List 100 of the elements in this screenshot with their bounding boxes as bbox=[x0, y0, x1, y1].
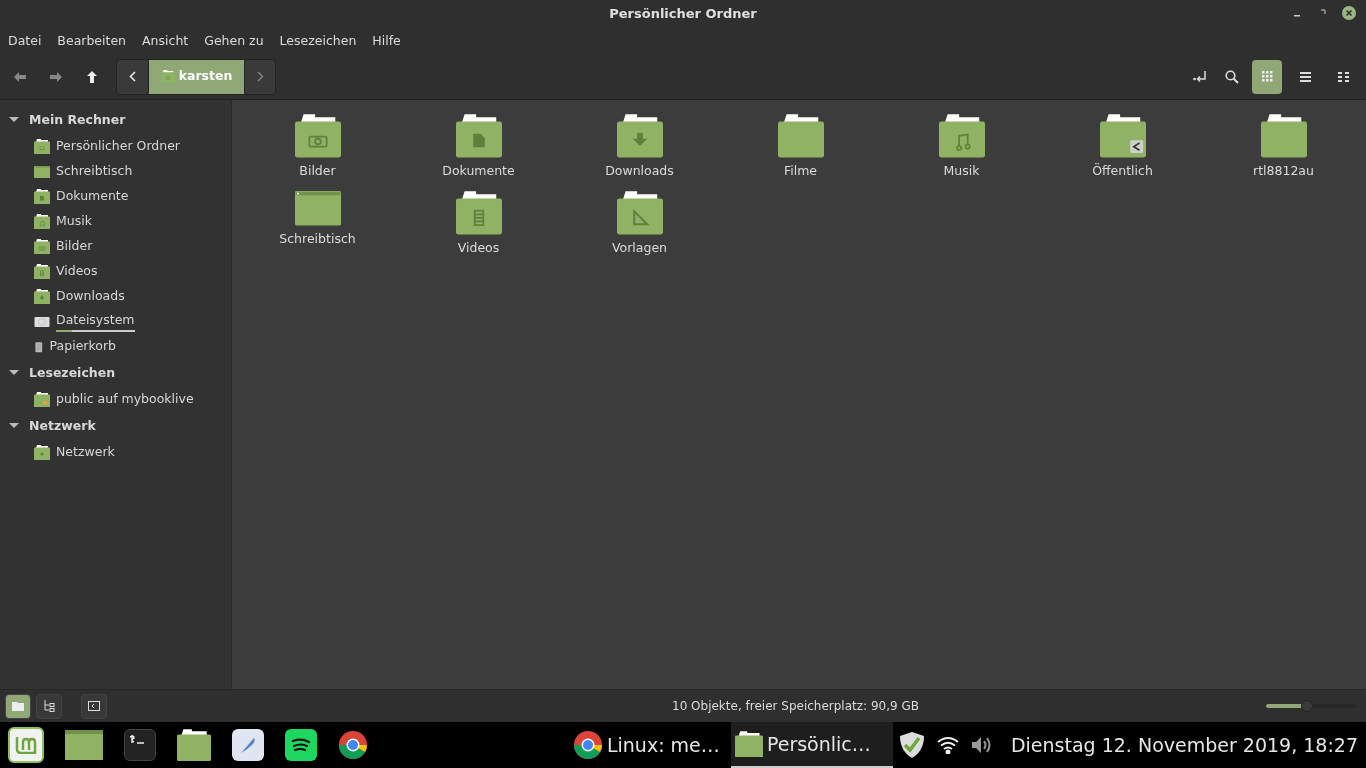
folder-icon bbox=[34, 188, 50, 205]
menu-item[interactable]: Ansicht bbox=[142, 31, 189, 51]
folder-launcher-icon[interactable] bbox=[177, 728, 211, 762]
sidebar-label: Papierkorb bbox=[49, 337, 116, 356]
sidebar-item[interactable]: Downloads bbox=[0, 284, 231, 309]
file-item[interactable]: Videos bbox=[398, 191, 559, 268]
chrome-icon bbox=[572, 730, 603, 760]
compact-view-icon bbox=[1337, 71, 1349, 82]
folder-icon bbox=[294, 114, 341, 158]
clock[interactable]: Dienstag 12. November 2019, 18:27 bbox=[1000, 730, 1366, 760]
file-name: Musik bbox=[943, 161, 980, 180]
folder-icon bbox=[938, 114, 985, 158]
view-button[interactable] bbox=[1252, 59, 1282, 94]
return-icon bbox=[1193, 70, 1207, 83]
folder-icon bbox=[34, 138, 50, 155]
menu-item[interactable]: Gehen zu bbox=[204, 31, 264, 51]
chevron-left-icon bbox=[129, 71, 136, 82]
folder-icon bbox=[1099, 114, 1146, 158]
file-name: Filme bbox=[783, 161, 818, 180]
pane-button[interactable] bbox=[36, 693, 62, 719]
wifi-icon[interactable] bbox=[936, 736, 959, 754]
folder-icon bbox=[34, 238, 50, 255]
file-name: Vorlagen bbox=[611, 238, 668, 257]
file-item[interactable]: Öffentlich bbox=[1042, 114, 1203, 191]
pane-button[interactable] bbox=[5, 693, 31, 719]
shield-check-icon[interactable] bbox=[898, 731, 925, 759]
folder-icon bbox=[34, 444, 50, 461]
file-item[interactable]: Dokumente bbox=[398, 114, 559, 191]
folder-icon bbox=[34, 391, 50, 408]
file-item[interactable]: Vorlagen bbox=[559, 191, 720, 268]
menu-item[interactable]: Datei bbox=[8, 31, 42, 51]
window-title: Persönlicher Ordner bbox=[609, 5, 757, 24]
sidebar-heading: Netzwerk bbox=[29, 416, 96, 435]
folder-icon bbox=[34, 288, 50, 305]
home-folder-icon bbox=[160, 69, 175, 84]
folder-icon bbox=[1260, 114, 1307, 158]
file-name: Downloads bbox=[605, 161, 674, 180]
drive-icon bbox=[34, 315, 50, 328]
menu-item[interactable]: Lesezeichen bbox=[279, 31, 357, 51]
sidebar-label: Videos bbox=[56, 262, 98, 281]
sidebar-label: Musik bbox=[56, 212, 92, 231]
feather-editor-icon[interactable] bbox=[232, 729, 264, 761]
up-arrow-icon bbox=[87, 70, 97, 83]
expanded-arrow-icon[interactable] bbox=[9, 368, 19, 378]
forward-arrow-icon bbox=[50, 71, 62, 82]
file-name: Videos bbox=[457, 238, 500, 257]
menu-item[interactable]: Hilfe bbox=[372, 31, 401, 51]
file-item[interactable]: Musik bbox=[881, 114, 1042, 191]
folder-icon bbox=[34, 165, 50, 178]
sidebar-item[interactable]: Dateisystem bbox=[0, 309, 231, 334]
file-name: rtl8812au bbox=[1253, 161, 1314, 180]
sidebar-label: public auf mybooklive bbox=[56, 390, 194, 409]
sidebar-item[interactable]: Musik bbox=[0, 209, 231, 234]
back-arrow-icon bbox=[14, 71, 26, 82]
sidebar-item[interactable]: Papierkorb bbox=[0, 334, 231, 359]
expanded-arrow-icon[interactable] bbox=[9, 115, 19, 125]
sidebar-item[interactable]: Dokumente bbox=[0, 184, 231, 209]
sidebar-heading: Lesezeichen bbox=[29, 363, 116, 382]
mint-menu-icon[interactable] bbox=[8, 727, 44, 763]
menu-item[interactable]: Bearbeiten bbox=[57, 31, 127, 51]
sidebar-toggle-button[interactable] bbox=[81, 693, 107, 719]
folder-icon bbox=[294, 191, 341, 226]
sidebar-item[interactable]: public auf mybooklive bbox=[0, 387, 231, 412]
sidebar-label: Dokumente bbox=[56, 187, 129, 206]
expanded-arrow-icon[interactable] bbox=[9, 421, 19, 431]
sidebar-item[interactable]: Persönlicher Ordner bbox=[0, 134, 231, 159]
sidebar-icon bbox=[88, 701, 100, 711]
tree-icon bbox=[43, 700, 55, 712]
taskbar-window-button[interactable]: Persönlic… bbox=[730, 722, 893, 768]
chrome-icon[interactable] bbox=[338, 730, 368, 760]
terminal-icon[interactable] bbox=[124, 729, 156, 761]
grid-view-icon bbox=[1261, 71, 1273, 82]
status-text: 10 Objekte, freier Speicherplatz: 90,9 GB bbox=[672, 698, 919, 715]
chevron-right-icon bbox=[256, 71, 264, 82]
file-name: Dokumente bbox=[442, 161, 515, 180]
folder-icon bbox=[734, 730, 763, 758]
folder-icon bbox=[616, 114, 663, 158]
sidebar-item[interactable]: Schreibtisch bbox=[0, 159, 231, 184]
sidebar-item[interactable]: Netzwerk bbox=[0, 440, 231, 465]
search-icon bbox=[1225, 69, 1239, 84]
zoom-slider-thumb[interactable] bbox=[1300, 700, 1313, 712]
file-item[interactable]: Downloads bbox=[559, 114, 720, 191]
sidebar-item[interactable]: Videos bbox=[0, 259, 231, 284]
spotify-icon[interactable] bbox=[285, 729, 317, 761]
trash-icon bbox=[34, 340, 44, 353]
sidebar-item[interactable]: Bilder bbox=[0, 234, 231, 259]
file-name: Öffentlich bbox=[1092, 161, 1153, 180]
folder-icon bbox=[34, 263, 50, 280]
file-item[interactable]: Filme bbox=[720, 114, 881, 191]
file-item[interactable]: Schreibtisch bbox=[237, 191, 398, 268]
file-item[interactable]: Bilder bbox=[237, 114, 398, 191]
folder-icon bbox=[455, 114, 502, 158]
close-icon[interactable] bbox=[1342, 6, 1356, 20]
file-item[interactable]: rtl8812au bbox=[1203, 114, 1364, 191]
folder-icon bbox=[616, 191, 663, 235]
folder-icon bbox=[34, 213, 50, 230]
sidebar-label: Schreibtisch bbox=[56, 162, 133, 181]
folder-icon bbox=[455, 191, 502, 235]
taskbar-window-button[interactable]: Linux: me… bbox=[568, 722, 731, 768]
maximize-icon[interactable] bbox=[1318, 9, 1326, 17]
